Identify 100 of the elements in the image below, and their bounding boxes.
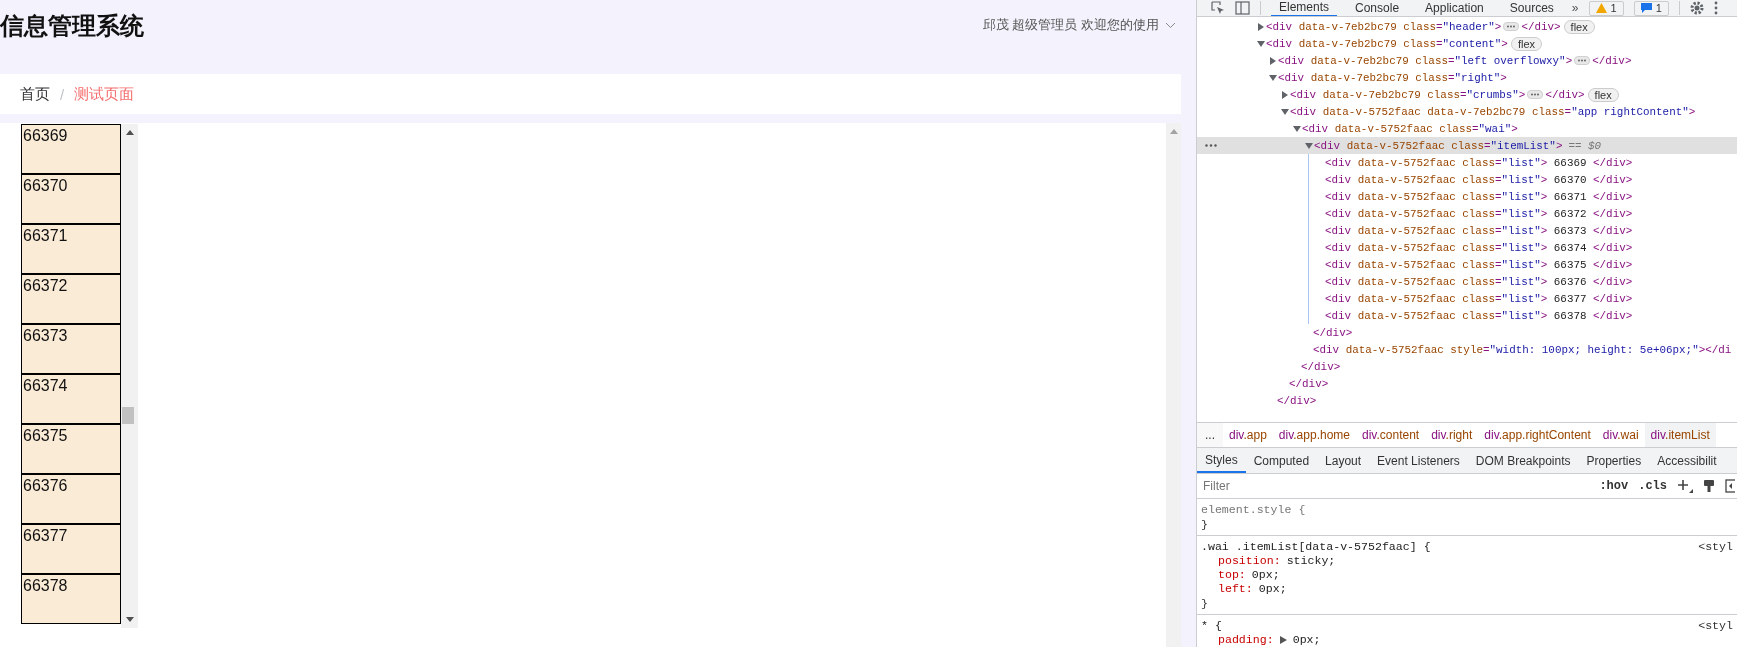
message-icon: [1640, 3, 1652, 13]
list-item: 66369: [21, 124, 121, 174]
devtools-tab[interactable]: Console: [1347, 0, 1408, 16]
css-declaration[interactable]: position: sticky;: [1201, 554, 1336, 568]
node-breadcrumb[interactable]: div.wai: [1596, 423, 1645, 447]
dom-node-code[interactable]: <div data-v-7eb2bc79 class="content">: [1266, 37, 1508, 50]
node-breadcrumb[interactable]: div.app: [1223, 423, 1273, 447]
dom-close-tag: </div>: [1592, 54, 1632, 67]
selected-node-row[interactable]: <div data-v-5752faac class="itemList"> == $0: [1197, 137, 1737, 154]
dom-node-code[interactable]: <div data-v-5752faac class="list"> 66370 </div>: [1325, 173, 1633, 186]
user-menu[interactable]: 邱茂 超级管理员 欢迎您的使用: [982, 16, 1176, 34]
closing-brace: }: [1201, 596, 1208, 611]
dom-node-code[interactable]: <div data-v-7eb2bc79 class="right">: [1278, 71, 1507, 84]
css-selector: .wai .itemList[data-v-5752faac] {: [1201, 539, 1431, 554]
dom-node-code[interactable]: <div data-v-5752faac class="wai">: [1302, 122, 1518, 135]
pane-tab[interactable]: Accessibilit: [1649, 448, 1725, 473]
message-count[interactable]: 1: [1633, 0, 1669, 16]
dom-node-code[interactable]: <div data-v-5752faac class="list"> 66374 </div>: [1325, 241, 1633, 254]
css-declaration[interactable]: left: 0px;: [1201, 582, 1287, 596]
scrollbar[interactable]: [121, 124, 138, 628]
css-selector: element.style {: [1201, 502, 1306, 517]
pane-tab[interactable]: Properties: [1578, 448, 1650, 473]
layout-badge[interactable]: flex: [1587, 87, 1619, 102]
breadcrumb-separator: /: [60, 85, 65, 103]
dom-node-code[interactable]: <div data-v-5752faac class="list"> 66371 </div>: [1325, 190, 1633, 203]
expanded-arrow-icon[interactable]: [1269, 73, 1277, 82]
closing-brace: }: [1201, 517, 1208, 532]
css-selector: * {: [1201, 618, 1222, 633]
pane-tab[interactable]: Computed: [1245, 448, 1318, 473]
dom-node-code[interactable]: <div data-v-7eb2bc79 class="left overflowxy">: [1278, 54, 1573, 67]
css-declaration[interactable]: top: 0px;: [1201, 568, 1280, 582]
scrollbar-thumb[interactable]: [122, 407, 134, 424]
pane-tab[interactable]: DOM Breakpoints: [1467, 448, 1579, 473]
dom-node-code[interactable]: <div data-v-5752faac class="list"> 66375 </div>: [1325, 258, 1633, 271]
expanded-arrow-icon[interactable]: [1305, 141, 1313, 150]
expanded-arrow-icon[interactable]: [1257, 39, 1265, 48]
pane-tab[interactable]: Layout: [1317, 448, 1370, 473]
dom-node-code[interactable]: <div data-v-5752faac class="itemList">: [1314, 139, 1563, 152]
collapsed-arrow-icon[interactable]: [1269, 56, 1277, 65]
dom-node-code[interactable]: <div data-v-7eb2bc79 class="crumbs">: [1290, 88, 1526, 101]
dom-close-tag: </div>: [1313, 326, 1353, 339]
list-item: 66375: [21, 424, 121, 474]
css-declaration[interactable]: padding: 0px;: [1201, 633, 1321, 647]
scroll-up-arrow-icon[interactable]: [125, 130, 134, 135]
ellipsis-icon[interactable]: [1503, 22, 1520, 31]
layout-badge[interactable]: flex: [1563, 19, 1595, 34]
dom-close-tag: </div>: [1277, 394, 1317, 407]
expanded-arrow-icon[interactable]: [1281, 107, 1289, 116]
list-item: 66373: [21, 324, 121, 374]
page-scrollbar[interactable]: [1166, 123, 1181, 647]
breadcrumb-more-button[interactable]: ...: [1197, 423, 1223, 447]
collapsed-arrow-icon[interactable]: [1281, 90, 1289, 99]
node-breadcrumb[interactable]: div.right: [1425, 423, 1479, 447]
dom-node-code[interactable]: <div data-v-7eb2bc79 class="header">: [1266, 20, 1502, 33]
dom-close-tag: </div>: [1301, 360, 1341, 373]
devtools-tab[interactable]: Sources: [1501, 0, 1562, 16]
dom-node-code[interactable]: <div data-v-5752faac class="list"> 66373 </div>: [1325, 224, 1633, 237]
settings-icon[interactable]: [1689, 1, 1704, 15]
pane-tab[interactable]: Styles: [1197, 448, 1246, 473]
paint-icon[interactable]: [1703, 479, 1715, 493]
dom-close-tag: </div>: [1521, 20, 1561, 33]
dom-node-code[interactable]: <div data-v-5752faac class="list"> 66376 </div>: [1325, 275, 1633, 288]
sidebar-toggle-icon[interactable]: [1725, 479, 1735, 493]
warning-count[interactable]: 1: [1588, 0, 1624, 16]
list-item: 66376: [21, 474, 121, 524]
expand-arrow-icon[interactable]: [1279, 636, 1287, 644]
breadcrumb-link[interactable]: 首页: [20, 84, 50, 104]
node-reference: == $0: [1568, 139, 1602, 152]
plus-icon[interactable]: [1677, 479, 1693, 493]
dom-node-code[interactable]: <div data-v-5752faac class="list"> 66369 </div>: [1325, 156, 1633, 169]
dom-node-code[interactable]: <div data-v-5752faac class="list"> 66377 </div>: [1325, 292, 1633, 305]
ellipsis-icon[interactable]: [1574, 56, 1591, 65]
source-link[interactable]: <styl: [1698, 539, 1733, 554]
devtools-tab[interactable]: Application: [1417, 0, 1492, 16]
list-item: 66370: [21, 174, 121, 224]
source-link[interactable]: <styl: [1698, 618, 1733, 633]
filter-toggle-button[interactable]: :hov: [1599, 479, 1629, 493]
more-tabs-button[interactable]: »: [1571, 1, 1579, 15]
menu-icon[interactable]: [1713, 1, 1718, 15]
node-breadcrumb[interactable]: div.itemList: [1644, 423, 1716, 447]
node-breadcrumb[interactable]: div.content: [1356, 423, 1426, 447]
app-title: 信息管理系统: [0, 11, 144, 41]
dom-node-code[interactable]: <div data-v-5752faac class="list"> 66372 </div>: [1325, 207, 1633, 220]
ellipsis-icon[interactable]: [1527, 90, 1544, 99]
device-toggle-icon[interactable]: [1235, 1, 1250, 15]
node-breadcrumb[interactable]: div.app.home: [1272, 423, 1356, 447]
collapsed-arrow-icon[interactable]: [1257, 22, 1265, 31]
filter-toggle-button[interactable]: .cls: [1638, 479, 1667, 493]
expanded-arrow-icon[interactable]: [1293, 124, 1301, 133]
dom-node-code[interactable]: <div data-v-5752faac class="list"> 66378 </div>: [1325, 309, 1633, 322]
dom-node-code[interactable]: <div data-v-5752faac data-v-7eb2bc79 class="app rightContent">: [1290, 105, 1696, 118]
dom-node-code[interactable]: <div data-v-5752faac style="width: 100px; height: 5e+06px;"></di: [1313, 343, 1732, 356]
more-icon[interactable]: [1205, 144, 1217, 147]
layout-badge[interactable]: flex: [1510, 36, 1543, 51]
inspect-icon[interactable]: [1211, 1, 1225, 15]
list-item: 66374: [21, 374, 121, 424]
node-breadcrumb[interactable]: div.app.rightContent: [1478, 423, 1597, 447]
pane-tab[interactable]: Event Listeners: [1369, 448, 1468, 473]
scroll-down-arrow-icon[interactable]: [125, 617, 134, 622]
devtools-tab[interactable]: Elements: [1271, 0, 1338, 16]
